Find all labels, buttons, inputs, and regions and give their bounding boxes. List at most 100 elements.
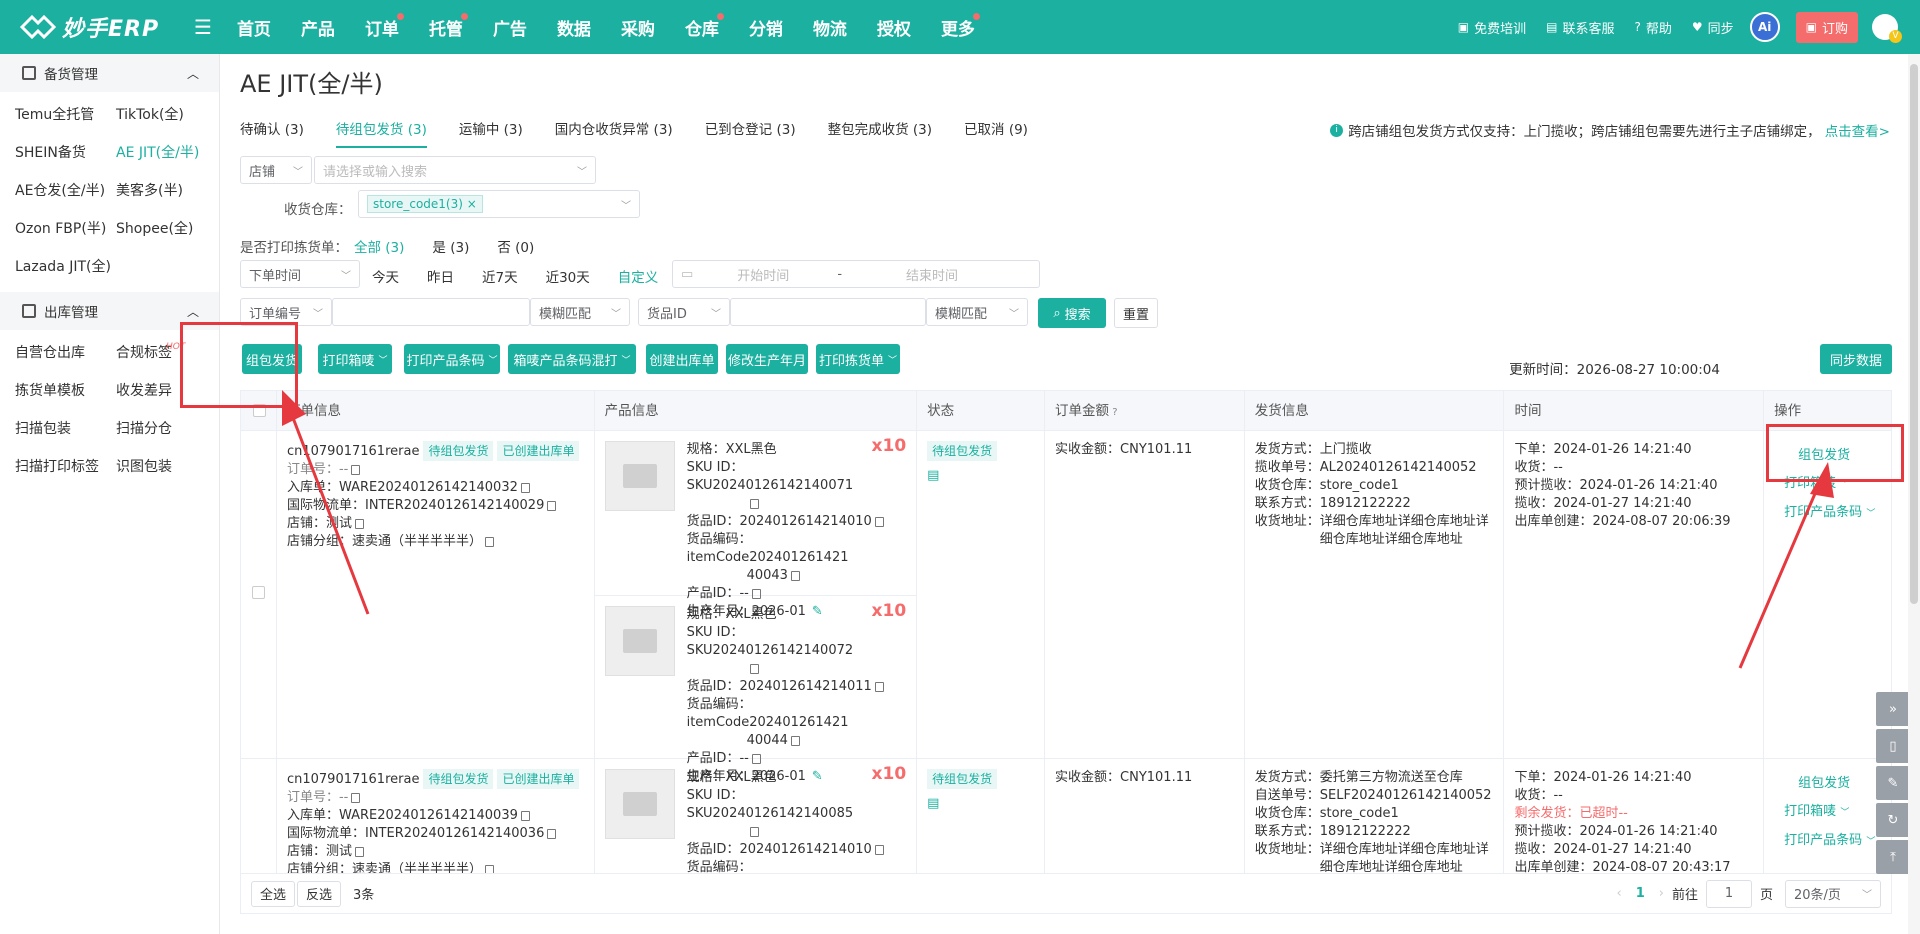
- sidebar-item-shopee[interactable]: Shopee(全): [116, 210, 226, 248]
- row-pack-ship-link[interactable]: 组包发货: [1784, 775, 1881, 793]
- copy-icon[interactable]: [485, 536, 494, 547]
- warehouse-select[interactable]: store_code1(3) × ﹀: [358, 190, 640, 218]
- product-image[interactable]: [604, 606, 675, 676]
- nav-data[interactable]: 数据: [542, 15, 606, 40]
- tab-arrived[interactable]: 已到仓登记 (3): [705, 118, 796, 148]
- tab-pending-confirm[interactable]: 待确认 (3): [240, 118, 304, 148]
- tab-receive-error[interactable]: 国内仓收货异常 (3): [555, 118, 673, 148]
- copy-icon[interactable]: [520, 810, 530, 821]
- mixed-print-button[interactable]: 箱唛产品条码混打 ﹀: [508, 344, 636, 374]
- shop-type-select[interactable]: 店铺 ﹀: [240, 156, 312, 184]
- row-print-barcode-link[interactable]: 打印产品条码 ﹀: [1784, 832, 1881, 851]
- nav-warehouse[interactable]: 仓库: [670, 12, 734, 40]
- sidebar-item-scan-pack[interactable]: 扫描包装: [15, 410, 116, 448]
- print-option-all[interactable]: 全部 (3): [354, 236, 404, 256]
- shop-search-input[interactable]: 请选择或输入搜索 ﹀: [314, 156, 596, 184]
- warehouse-tag[interactable]: store_code1(3) ×: [367, 195, 483, 213]
- nav-logistics[interactable]: 物流: [798, 15, 862, 40]
- mobile-icon[interactable]: ▯: [1876, 729, 1910, 763]
- print-barcode-button[interactable]: 打印产品条码 ﹀: [404, 344, 500, 374]
- copy-icon[interactable]: [520, 482, 530, 493]
- back-to-top-icon[interactable]: ⤒: [1876, 840, 1910, 874]
- ai-assistant-button[interactable]: Ai: [1749, 12, 1780, 42]
- copy-icon[interactable]: [749, 826, 759, 837]
- row-print-label-link[interactable]: 打印箱唛 ﹀: [1784, 803, 1881, 822]
- nav-purchase[interactable]: 采购: [606, 15, 670, 40]
- product-image[interactable]: [604, 441, 675, 511]
- help-icon[interactable]: ?: [1109, 407, 1117, 418]
- copy-icon[interactable]: [749, 663, 759, 674]
- sidebar-item-ae-warehouse[interactable]: AE仓发(全/半): [15, 172, 116, 210]
- sidebar-item-ozon[interactable]: Ozon FBP(半): [15, 210, 116, 248]
- invert-selection-button[interactable]: 反选: [297, 880, 341, 907]
- app-logo[interactable]: 妙手ERP: [0, 11, 180, 43]
- modify-date-button[interactable]: 修改生产年月: [726, 344, 808, 374]
- sidebar-group-stock[interactable]: 备货管理 ︿: [0, 54, 219, 92]
- row-checkbox[interactable]: [252, 586, 265, 599]
- sidebar-item-self-out[interactable]: 自营仓出库: [15, 334, 116, 372]
- feedback-icon[interactable]: ✎: [1876, 766, 1910, 800]
- copy-icon[interactable]: [355, 518, 364, 529]
- copy-icon[interactable]: [874, 681, 884, 692]
- tab-received[interactable]: 整包完成收货 (3): [828, 118, 932, 148]
- page-jump-input[interactable]: 1: [1705, 879, 1752, 908]
- training-link[interactable]: ▣ 免费培训: [1458, 18, 1526, 37]
- page-number[interactable]: 1: [1636, 886, 1645, 901]
- sidebar-item-shein[interactable]: SHEIN备货: [15, 134, 116, 172]
- copy-icon[interactable]: [547, 828, 557, 839]
- search-input-2[interactable]: [730, 298, 926, 326]
- create-outbound-button[interactable]: 创建出库单: [646, 344, 718, 374]
- page-scrollbar[interactable]: [1908, 54, 1920, 934]
- next-page-icon[interactable]: ›: [1659, 886, 1664, 901]
- sidebar-item-image-pack[interactable]: 识图包装: [116, 448, 226, 486]
- match-select-2[interactable]: 模糊匹配 ﹀: [926, 298, 1028, 326]
- collapse-icon[interactable]: »: [1876, 692, 1910, 726]
- contact-link[interactable]: ▤ 联系客服: [1546, 18, 1614, 37]
- copy-icon[interactable]: [790, 735, 800, 746]
- field-select-2[interactable]: 货品ID ﹀: [638, 298, 730, 326]
- match-select-1[interactable]: 模糊匹配 ﹀: [530, 298, 630, 326]
- reset-button[interactable]: 重置: [1114, 298, 1158, 328]
- sync-link[interactable]: ♥ 同步: [1692, 18, 1734, 37]
- copy-icon[interactable]: [749, 498, 759, 509]
- sidebar-item-tiktok[interactable]: TikTok(全): [116, 96, 226, 134]
- notice-link[interactable]: 点击查看>: [1825, 120, 1890, 140]
- copy-icon[interactable]: [351, 792, 361, 803]
- copy-icon[interactable]: [874, 516, 884, 527]
- copy-icon[interactable]: [874, 844, 884, 855]
- search-input-1[interactable]: [332, 298, 530, 326]
- clipboard-icon[interactable]: ▤: [927, 795, 1034, 813]
- sync-data-button[interactable]: 同步数据: [1820, 344, 1892, 374]
- date-today[interactable]: 今天: [372, 266, 399, 286]
- print-label-button[interactable]: 打印箱唛 ﹀: [318, 344, 392, 374]
- row-print-barcode-link[interactable]: 打印产品条码 ﹀: [1784, 504, 1881, 523]
- sidebar-item-scan-print[interactable]: 扫描打印标签: [15, 448, 116, 486]
- menu-toggle-icon[interactable]: ☰: [194, 15, 212, 39]
- nav-order[interactable]: 订单: [350, 12, 414, 40]
- nav-ads[interactable]: 广告: [478, 15, 542, 40]
- nav-home[interactable]: 首页: [222, 15, 286, 40]
- nav-auth[interactable]: 授权: [862, 15, 926, 40]
- sidebar-item-ae-jit[interactable]: AE JIT(全/半): [116, 134, 226, 172]
- order-button[interactable]: ▣ 订购: [1795, 11, 1858, 43]
- print-option-no[interactable]: 否 (0): [497, 236, 534, 256]
- print-pick-button[interactable]: 打印拣货单 ﹀: [816, 344, 900, 374]
- nav-more[interactable]: 更多: [926, 12, 990, 40]
- copy-icon[interactable]: [790, 570, 800, 581]
- tab-pending-pack[interactable]: 待组包发货 (3): [335, 118, 427, 148]
- copy-icon[interactable]: [751, 588, 761, 599]
- scrollbar-thumb[interactable]: [1910, 64, 1918, 604]
- help-link[interactable]: ? 帮助: [1634, 18, 1671, 37]
- copy-icon[interactable]: [547, 500, 557, 511]
- nav-hosting[interactable]: 托管: [414, 12, 478, 40]
- copy-icon[interactable]: [351, 464, 361, 475]
- refresh-icon[interactable]: ↻: [1876, 803, 1910, 837]
- sidebar-item-pick-template[interactable]: 拣货单模板: [15, 372, 116, 410]
- nav-product[interactable]: 产品: [286, 15, 350, 40]
- date-custom[interactable]: 自定义: [618, 266, 659, 286]
- select-all-button[interactable]: 全选: [251, 880, 295, 907]
- date-30days[interactable]: 近30天: [546, 266, 590, 286]
- date-yesterday[interactable]: 昨日: [427, 266, 454, 286]
- sidebar-item-mercado[interactable]: 美客多(半): [116, 172, 226, 210]
- sidebar-item-temu[interactable]: Temu全托管: [15, 96, 116, 134]
